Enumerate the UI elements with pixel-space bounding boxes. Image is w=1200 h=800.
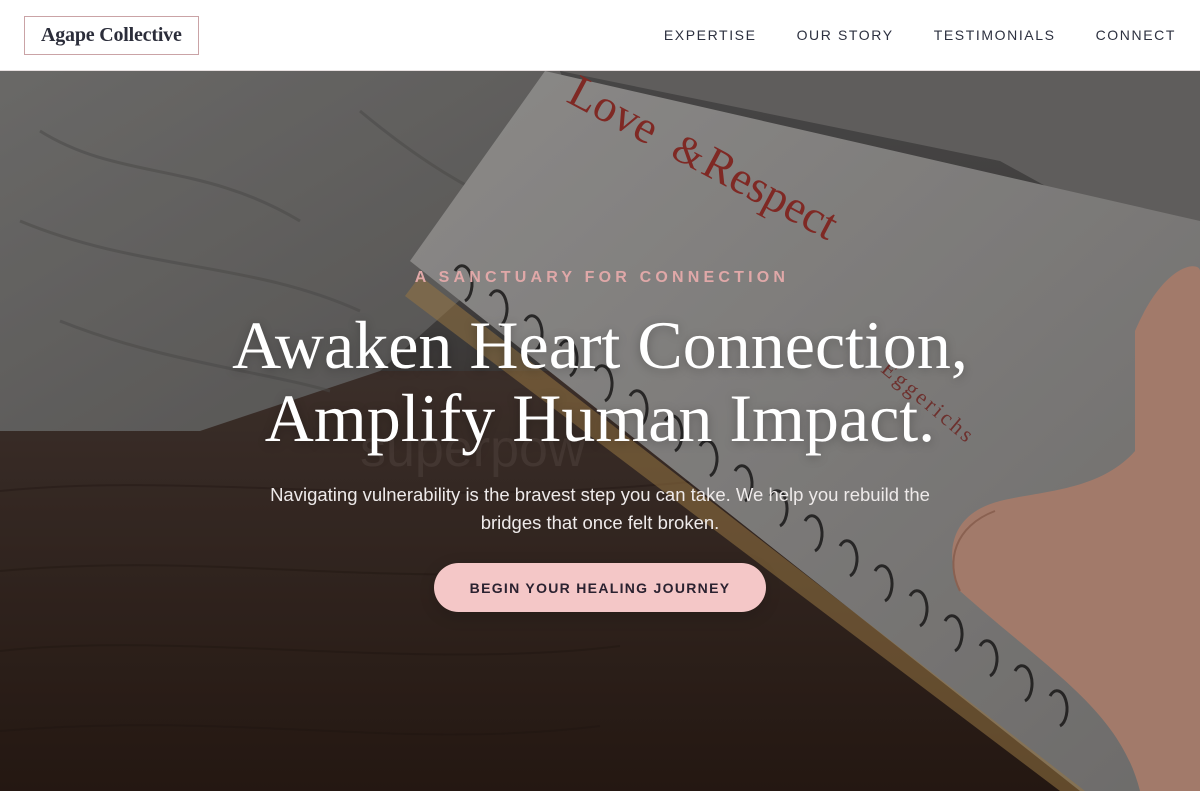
- hero-title-line1: Awaken Heart Connection,: [232, 307, 968, 383]
- nav-link-connect[interactable]: CONNECT: [1096, 27, 1176, 43]
- page-bottom-edge: [0, 791, 1200, 800]
- hero-subtitle: Navigating vulnerability is the bravest …: [270, 484, 930, 533]
- hero-content: A SANCTUARY FOR CONNECTION Awaken Heart …: [0, 269, 1200, 612]
- hero-title-line2: Amplify Human Impact.: [264, 380, 936, 456]
- site-header: Agape Collective EXPERTISE OUR STORY TES…: [0, 0, 1200, 71]
- logo[interactable]: Agape Collective: [24, 15, 199, 55]
- begin-healing-journey-button[interactable]: BEGIN YOUR HEALING JOURNEY: [434, 563, 766, 612]
- hero-title: Awaken Heart Connection, Amplify Human I…: [232, 309, 968, 455]
- nav-link-expertise[interactable]: EXPERTISE: [664, 27, 757, 43]
- main-nav: EXPERTISE OUR STORY TESTIMONIALS CONNECT: [664, 27, 1176, 43]
- nav-link-testimonials[interactable]: TESTIMONIALS: [934, 27, 1056, 43]
- hero-eyebrow: A SANCTUARY FOR CONNECTION: [414, 269, 790, 286]
- nav-link-our-story[interactable]: OUR STORY: [797, 27, 894, 43]
- hero-section: Love & Respect Eggerichs superpow A SANC…: [0, 71, 1200, 791]
